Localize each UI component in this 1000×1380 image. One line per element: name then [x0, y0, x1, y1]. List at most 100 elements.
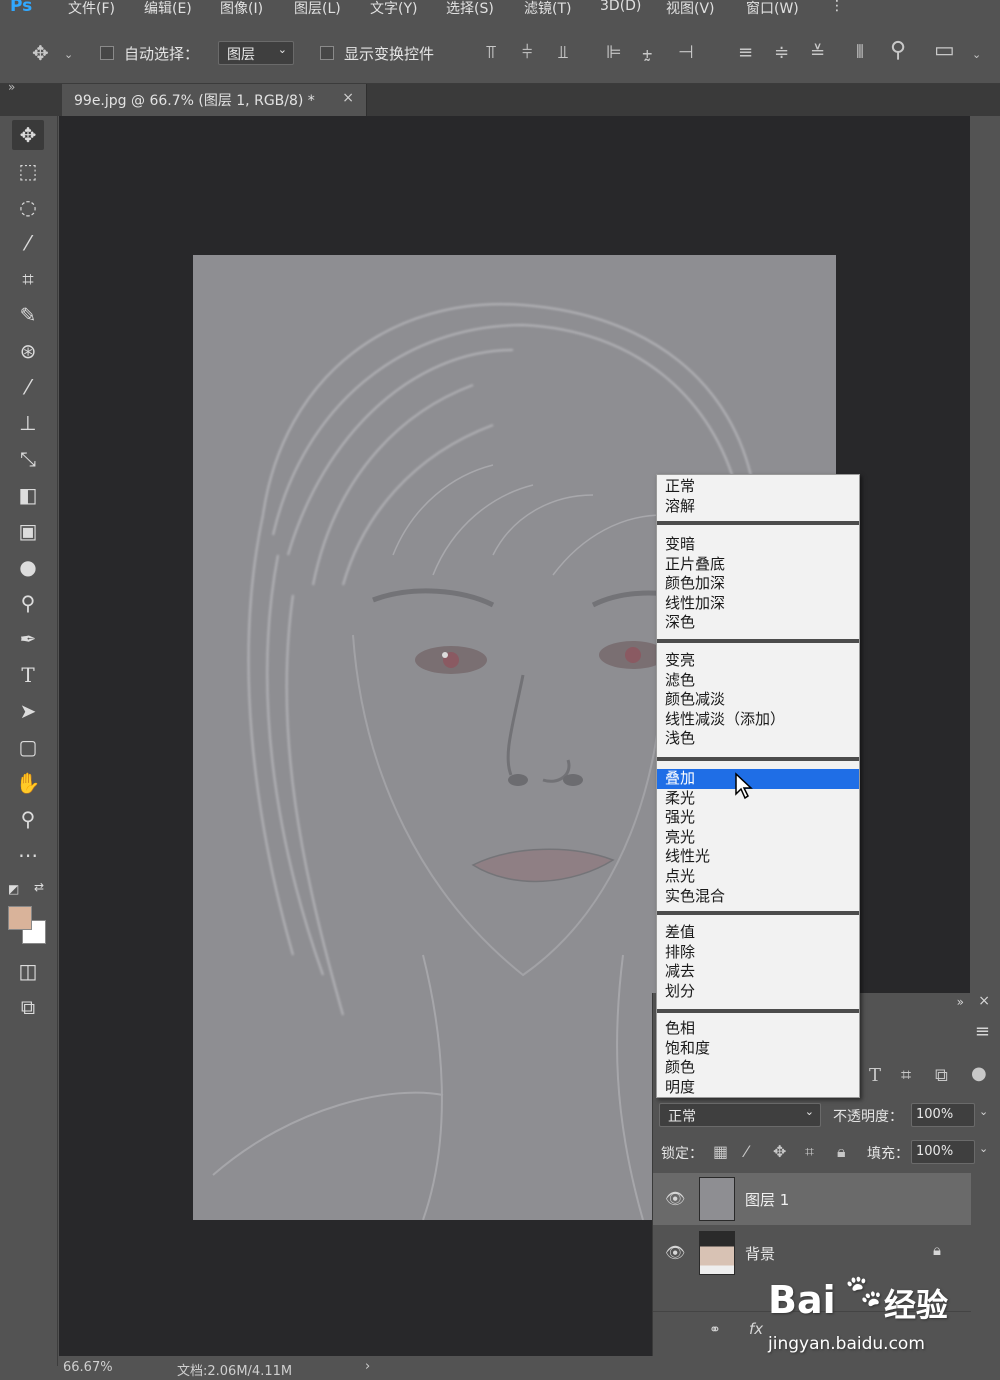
- filter-shape-layer-icon[interactable]: ⌗: [901, 1067, 911, 1085]
- blend-option[interactable]: 深色: [657, 613, 859, 633]
- distribute-bottom-icon[interactable]: ≚: [810, 44, 825, 62]
- link-layers-icon[interactable]: ⚭: [709, 1322, 721, 1338]
- brush-tool-icon[interactable]: ⁄: [12, 372, 44, 402]
- default-colors-icon[interactable]: ◩: [8, 882, 19, 896]
- lock-transparent-icon[interactable]: ▦: [713, 1143, 728, 1161]
- blend-option[interactable]: 变亮: [657, 651, 859, 671]
- auto-select-checkbox[interactable]: [100, 46, 114, 60]
- blend-option[interactable]: 柔光: [657, 789, 859, 809]
- chevron-down-icon[interactable]: ⌄: [972, 46, 981, 64]
- history-brush-tool-icon[interactable]: ⤡: [12, 444, 44, 474]
- blend-option[interactable]: 颜色减淡: [657, 690, 859, 710]
- menu-file[interactable]: 文件(F): [68, 0, 115, 18]
- dodge-tool-icon[interactable]: ⚲: [12, 588, 44, 618]
- blur-tool-icon[interactable]: ●: [12, 552, 44, 582]
- layer-row-layer1[interactable]: 👁︎ 图层 1: [653, 1173, 971, 1225]
- move-tool-icon[interactable]: ✥: [12, 120, 44, 150]
- align-left-icon[interactable]: ⊫: [606, 44, 622, 62]
- blend-option[interactable]: 正片叠底: [657, 555, 859, 575]
- search-icon[interactable]: ⚲: [890, 40, 906, 62]
- swap-colors-icon[interactable]: ⇄: [34, 880, 44, 894]
- lock-position-icon[interactable]: ✥: [773, 1143, 786, 1161]
- collapse-panel-icon[interactable]: »: [957, 995, 964, 1009]
- menu-more-icon[interactable]: ⋮: [830, 0, 844, 14]
- align-vcenter-icon[interactable]: ⫩: [522, 44, 532, 62]
- menu-edit[interactable]: 编辑(E): [144, 0, 192, 18]
- filter-type-layer-icon[interactable]: T: [869, 1067, 881, 1085]
- status-menu-arrow-icon[interactable]: ›: [365, 1359, 370, 1374]
- collapse-panels-icon[interactable]: »: [8, 80, 15, 94]
- screen-mode-icon[interactable]: ⧉: [12, 992, 44, 1022]
- layer-name[interactable]: 背景: [745, 1243, 775, 1264]
- menu-window[interactable]: 窗口(W): [746, 0, 799, 18]
- distribute-top-icon[interactable]: ≡: [738, 44, 753, 62]
- blend-option[interactable]: 减去: [657, 962, 859, 982]
- visibility-eye-icon[interactable]: 👁︎: [665, 1243, 685, 1262]
- fill-input[interactable]: 100%: [911, 1140, 975, 1164]
- show-transform-checkbox[interactable]: [320, 46, 334, 60]
- blend-option[interactable]: 正常: [657, 477, 859, 497]
- blend-option[interactable]: 变暗: [657, 535, 859, 555]
- blend-option[interactable]: 差值: [657, 923, 859, 943]
- menu-filter[interactable]: 滤镜(T): [524, 0, 571, 18]
- blend-option[interactable]: 实色混合: [657, 887, 859, 907]
- more-tools-icon[interactable]: ⋯: [12, 840, 44, 870]
- menu-image[interactable]: 图像(I): [220, 0, 263, 18]
- quick-mask-icon[interactable]: ◫: [12, 956, 44, 986]
- eraser-tool-icon[interactable]: ◧: [12, 480, 44, 510]
- hand-tool-icon[interactable]: ✋: [12, 768, 44, 798]
- blend-option[interactable]: 亮光: [657, 828, 859, 848]
- blend-option[interactable]: 滤色: [657, 671, 859, 691]
- healing-brush-tool-icon[interactable]: ⊛: [12, 336, 44, 366]
- blend-option[interactable]: 明度: [657, 1078, 859, 1098]
- zoom-tool-icon[interactable]: ⚲: [12, 804, 44, 834]
- lock-image-icon[interactable]: ⁄: [745, 1143, 748, 1161]
- blend-option[interactable]: 线性减淡（添加）: [657, 710, 859, 730]
- document-tab[interactable]: 99e.jpg @ 66.7% (图层 1, RGB/8) * ×: [62, 84, 367, 116]
- chevron-down-icon[interactable]: ⌄: [64, 46, 73, 64]
- gradient-tool-icon[interactable]: ▣: [12, 516, 44, 546]
- blend-option[interactable]: 饱和度: [657, 1039, 859, 1059]
- type-tool-icon[interactable]: T: [12, 660, 44, 690]
- align-top-icon[interactable]: ⫪: [486, 44, 496, 62]
- align-bottom-icon[interactable]: ⫫: [558, 44, 568, 62]
- eyedropper-tool-icon[interactable]: ✎: [12, 300, 44, 330]
- blend-option[interactable]: 溶解: [657, 497, 859, 517]
- auto-select-target-dropdown[interactable]: 图层 ⌄: [218, 41, 294, 65]
- close-icon[interactable]: ×: [978, 993, 990, 1009]
- chevron-down-icon[interactable]: ⌄: [979, 1105, 988, 1118]
- menu-type[interactable]: 文字(Y): [370, 0, 417, 18]
- blend-option[interactable]: 划分: [657, 982, 859, 1002]
- blend-option[interactable]: 排除: [657, 943, 859, 963]
- blend-option[interactable]: 浅色: [657, 729, 859, 749]
- blend-option[interactable]: 点光: [657, 867, 859, 887]
- menu-select[interactable]: 选择(S): [446, 0, 494, 18]
- distribute-vcenter-icon[interactable]: ≑: [774, 44, 789, 62]
- marquee-tool-icon[interactable]: ⬚: [12, 156, 44, 186]
- shape-tool-icon[interactable]: ▢: [12, 732, 44, 762]
- visibility-eye-icon[interactable]: 👁︎: [665, 1189, 685, 1208]
- panel-menu-icon[interactable]: ≡: [975, 1021, 990, 1042]
- align-right-icon[interactable]: ⊣: [678, 44, 694, 62]
- quick-select-tool-icon[interactable]: ⁄: [12, 228, 44, 258]
- filter-smart-object-icon[interactable]: ⧉: [935, 1067, 948, 1085]
- align-hcenter-icon[interactable]: ⨦: [642, 44, 653, 62]
- menu-layer[interactable]: 图层(L): [294, 0, 341, 18]
- move-tool-preset-icon[interactable]: ✥: [32, 43, 49, 63]
- workspace-icon[interactable]: ▭: [934, 40, 955, 62]
- menu-view[interactable]: 视图(V): [666, 0, 715, 18]
- blend-option[interactable]: 色相: [657, 1019, 859, 1039]
- path-selection-tool-icon[interactable]: ➤: [12, 696, 44, 726]
- pen-tool-icon[interactable]: ✒: [12, 624, 44, 654]
- lock-all-icon[interactable]: 🔒︎: [837, 1143, 846, 1161]
- blend-option-selected[interactable]: 叠加: [657, 769, 859, 789]
- filter-toggle-icon[interactable]: ●: [971, 1065, 987, 1083]
- fx-icon[interactable]: fx: [749, 1320, 763, 1338]
- lock-artboard-icon[interactable]: ⌗: [805, 1143, 814, 1161]
- opacity-input[interactable]: 100%: [911, 1103, 975, 1127]
- close-icon[interactable]: ×: [342, 90, 354, 106]
- blend-option[interactable]: 线性加深: [657, 594, 859, 614]
- chevron-down-icon[interactable]: ⌄: [979, 1142, 988, 1155]
- clone-stamp-tool-icon[interactable]: ⊥: [12, 408, 44, 438]
- blend-option[interactable]: 线性光: [657, 847, 859, 867]
